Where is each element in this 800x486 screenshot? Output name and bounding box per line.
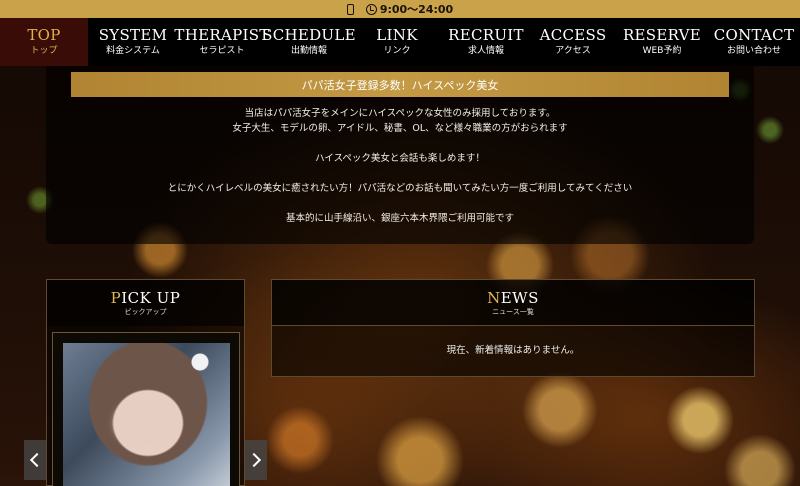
nav-item-top[interactable]: TOP トップ [0,18,88,66]
intro-text: 当店はパパ活女子をメインにハイスペックな女性のみ採用しております。 女子大生、モ… [46,106,754,226]
intro-line: とにかくハイレベルの美女に癒されたい方！パパ活などのお話も聞いてみたい方一度ご利… [167,183,633,194]
nav-label: THERAPIST [174,26,270,44]
nav-label: SYSTEM [98,26,168,44]
nav-item-contact[interactable]: CONTACT お問い合わせ [708,18,800,66]
main-nav: TOP トップ SYSTEM 料金システム THERAPIST セラピスト SC… [0,18,800,66]
intro-line: ハイスペック美女と会話も楽しめます！ [315,153,485,164]
intro-panel: パパ活女子登録多数！ハイスペック美女 当店はパパ活女子をメインにハイスペックな女… [46,66,754,244]
nav-sublabel: お問い合わせ [726,46,781,56]
nav-item-therapist[interactable]: THERAPIST セラピスト [174,18,269,66]
news-subtitle: ニュース一覧 [492,308,534,316]
nav-item-system[interactable]: SYSTEM 料金システム [88,18,178,66]
nav-item-link[interactable]: LINK リンク [352,18,442,66]
business-hours-text: 9:00〜24:00 [379,3,454,16]
chevron-right-icon [246,452,262,468]
carousel-prev-button[interactable] [24,440,46,480]
nav-sublabel: トップ [30,46,58,56]
phone-icon[interactable] [346,3,354,15]
pickup-title: PICK UP [110,289,181,307]
face-blur [115,405,177,441]
news-empty-message: 現在、新着情報はありません。 [446,345,580,356]
clock-icon [365,3,377,15]
news-header: NEWS ニュース一覧 [272,280,754,326]
nav-label: SCHEDULE [262,26,356,44]
carousel-next-button[interactable] [245,440,267,480]
nav-label: RESERVE [622,26,702,44]
nav-label: RECRUIT [448,26,524,44]
nav-item-schedule[interactable]: SCHEDULE 出勤情報 [262,18,355,66]
nav-item-access[interactable]: ACCESS アクセス [530,18,616,66]
business-hours: 9:00〜24:00 [365,1,454,17]
hair-bow [187,353,213,371]
intro-banner: パパ活女子登録多数！ハイスペック美女 [71,72,729,97]
pickup-subtitle: ピックアップ [124,308,167,316]
nav-label: CONTACT [713,26,795,44]
nav-label: LINK [376,26,418,44]
intro-line: 女子大生、モデルの卵、アイドル、秘書、OL、など様々職業の方がおられます [232,123,568,134]
top-info-bar: 9:00〜24:00 [0,0,800,18]
news-title: NEWS [487,289,539,307]
intro-line: 当店はパパ活女子をメインにハイスペックな女性のみ採用しております。 [244,108,556,119]
nav-sublabel: 求人情報 [467,46,504,56]
pickup-header: PICK UP ピックアップ [47,280,244,326]
nav-sublabel: 出勤情報 [290,46,327,56]
intro-line: 基本的に山手線沿い、銀座六本木界隈ご利用可能です [285,213,514,224]
news-section: NEWS ニュース一覧 現在、新着情報はありません。 [271,279,755,377]
nav-sublabel: 料金システム [106,46,160,56]
nav-sublabel: WEB予約 [642,46,682,56]
nav-sublabel: アクセス [555,46,591,56]
nav-label: ACCESS [539,26,607,44]
pickup-section: PICK UP ピックアップ [46,279,245,486]
nav-label: TOP [27,26,61,44]
nav-sublabel: セラピスト [199,46,245,56]
pickup-card[interactable] [52,332,240,486]
nav-item-recruit[interactable]: RECRUIT 求人情報 [442,18,530,66]
therapist-photo[interactable] [63,343,230,486]
chevron-left-icon [29,452,45,468]
nav-sublabel: リンク [383,46,411,56]
nav-item-reserve[interactable]: RESERVE WEB予約 [616,18,708,66]
